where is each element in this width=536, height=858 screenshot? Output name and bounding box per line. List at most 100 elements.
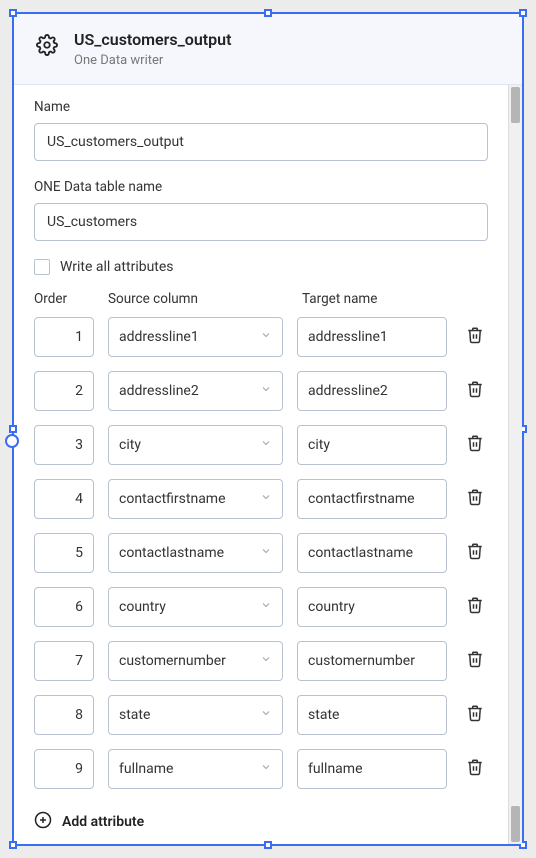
- target-name-input[interactable]: [297, 533, 447, 573]
- attribute-grid-header: Order Source column Target name: [34, 291, 488, 307]
- scrollbar[interactable]: [508, 85, 522, 844]
- source-column-select[interactable]: addressline2: [108, 371, 283, 411]
- source-column-value: customernumber: [119, 653, 226, 669]
- source-column-select[interactable]: fullname: [108, 749, 283, 789]
- attribute-row: fullname: [34, 749, 488, 789]
- source-column-value: city: [119, 437, 141, 453]
- add-attribute-label: Add attribute: [62, 814, 144, 830]
- name-input[interactable]: [34, 123, 488, 161]
- source-column-value: addressline2: [119, 383, 199, 399]
- target-name-input[interactable]: [297, 749, 447, 789]
- table-name-label: ONE Data table name: [34, 179, 488, 195]
- checkbox-box[interactable]: [34, 259, 50, 275]
- chevron-down-icon: [260, 599, 272, 615]
- trash-icon: [466, 326, 484, 348]
- delete-row-button[interactable]: [461, 377, 488, 405]
- attribute-row: addressline1: [34, 317, 488, 357]
- target-name-input[interactable]: [297, 425, 447, 465]
- attribute-row: state: [34, 695, 488, 735]
- chevron-down-icon: [260, 653, 272, 669]
- delete-row-button[interactable]: [461, 323, 488, 351]
- target-name-input[interactable]: [297, 317, 447, 357]
- source-column-select[interactable]: contactfirstname: [108, 479, 283, 519]
- attribute-row: city: [34, 425, 488, 465]
- target-name-input[interactable]: [297, 695, 447, 735]
- table-name-input[interactable]: [34, 203, 488, 241]
- panel-subtitle: One Data writer: [74, 53, 231, 68]
- order-input[interactable]: [34, 479, 94, 519]
- resize-handle[interactable]: [519, 9, 527, 17]
- col-header-target: Target name: [302, 291, 452, 307]
- trash-icon: [466, 488, 484, 510]
- order-input[interactable]: [34, 425, 94, 465]
- write-all-label: Write all attributes: [60, 259, 174, 275]
- delete-row-button[interactable]: [461, 647, 488, 675]
- trash-icon: [466, 704, 484, 726]
- source-column-select[interactable]: contactlastname: [108, 533, 283, 573]
- resize-handle[interactable]: [264, 9, 272, 17]
- chevron-down-icon: [260, 761, 272, 777]
- source-column-value: fullname: [119, 761, 173, 777]
- panel-header: US_customers_output One Data writer: [14, 14, 522, 85]
- order-input[interactable]: [34, 317, 94, 357]
- source-column-value: contactlastname: [119, 545, 224, 561]
- attribute-row: addressline2: [34, 371, 488, 411]
- source-column-select[interactable]: customernumber: [108, 641, 283, 681]
- attribute-row: country: [34, 587, 488, 627]
- write-all-checkbox[interactable]: Write all attributes: [34, 259, 488, 275]
- target-name-input[interactable]: [297, 587, 447, 627]
- source-column-select[interactable]: state: [108, 695, 283, 735]
- attribute-row: contactlastname: [34, 533, 488, 573]
- source-column-value: state: [119, 707, 150, 723]
- trash-icon: [466, 380, 484, 402]
- delete-row-button[interactable]: [461, 593, 488, 621]
- attribute-rows: addressline1 addressline2 city contactfirst…: [34, 317, 488, 789]
- trash-icon: [466, 758, 484, 780]
- add-attribute-button[interactable]: Add attribute: [34, 811, 488, 833]
- target-name-input[interactable]: [297, 479, 447, 519]
- source-column-select[interactable]: city: [108, 425, 283, 465]
- trash-icon: [466, 542, 484, 564]
- chevron-down-icon: [260, 491, 272, 507]
- order-input[interactable]: [34, 371, 94, 411]
- scrollbar-thumb[interactable]: [511, 806, 520, 842]
- source-column-value: addressline1: [119, 329, 199, 345]
- attribute-row: customernumber: [34, 641, 488, 681]
- source-column-select[interactable]: country: [108, 587, 283, 627]
- source-column-select[interactable]: addressline1: [108, 317, 283, 357]
- col-header-source: Source column: [108, 291, 288, 307]
- scrollbar-thumb[interactable]: [511, 87, 520, 123]
- delete-row-button[interactable]: [461, 485, 488, 513]
- panel-body: Name ONE Data table name Write all attri…: [14, 85, 508, 844]
- source-column-value: contactfirstname: [119, 491, 226, 507]
- attribute-row: contactfirstname: [34, 479, 488, 519]
- source-column-value: country: [119, 599, 166, 615]
- order-input[interactable]: [34, 533, 94, 573]
- delete-row-button[interactable]: [461, 539, 488, 567]
- panel-title: US_customers_output: [74, 30, 231, 49]
- target-name-input[interactable]: [297, 371, 447, 411]
- name-label: Name: [34, 99, 488, 115]
- order-input[interactable]: [34, 749, 94, 789]
- plus-circle-icon: [34, 811, 52, 833]
- trash-icon: [466, 596, 484, 618]
- trash-icon: [466, 650, 484, 672]
- chevron-down-icon: [260, 329, 272, 345]
- panel-body-wrap: Name ONE Data table name Write all attri…: [14, 85, 522, 844]
- order-input[interactable]: [34, 641, 94, 681]
- chevron-down-icon: [260, 437, 272, 453]
- target-name-input[interactable]: [297, 641, 447, 681]
- chevron-down-icon: [260, 545, 272, 561]
- delete-row-button[interactable]: [461, 431, 488, 459]
- order-input[interactable]: [34, 587, 94, 627]
- delete-row-button[interactable]: [461, 755, 488, 783]
- col-header-order: Order: [34, 291, 94, 307]
- gear-icon: [36, 30, 58, 60]
- resize-handle[interactable]: [9, 9, 17, 17]
- order-input[interactable]: [34, 695, 94, 735]
- trash-icon: [466, 434, 484, 456]
- chevron-down-icon: [260, 707, 272, 723]
- delete-row-button[interactable]: [461, 701, 488, 729]
- chevron-down-icon: [260, 383, 272, 399]
- config-panel: US_customers_output One Data writer Name…: [12, 12, 524, 846]
